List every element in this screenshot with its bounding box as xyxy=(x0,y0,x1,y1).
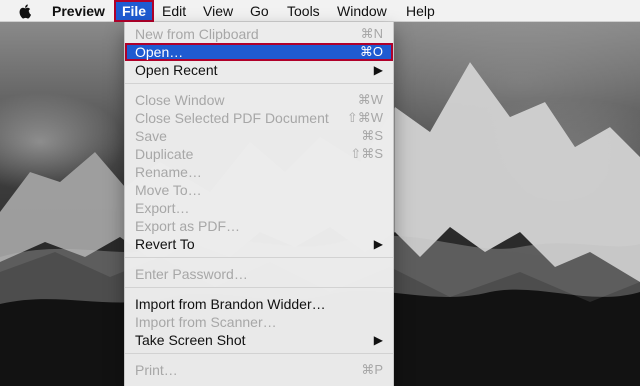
menu-item-label: Duplicate xyxy=(135,146,194,162)
menu-preview[interactable]: Preview xyxy=(52,0,105,22)
submenu-arrow-icon: ▶ xyxy=(373,333,383,347)
menu-item-label: Import from Scanner… xyxy=(135,314,277,330)
menu-item-label: Print… xyxy=(135,362,178,378)
menu-view[interactable]: View xyxy=(203,0,233,22)
file-menu-item[interactable]: Take Screen Shot ▶ xyxy=(125,331,393,349)
file-menu-item[interactable]: Export as PDF… xyxy=(125,217,393,235)
menu-item-label: Export as PDF… xyxy=(135,218,241,234)
menu-item-label: Save xyxy=(135,128,167,144)
file-menu-item[interactable]: Close Window ⌘W xyxy=(125,91,393,109)
file-menu-item[interactable]: Rename… xyxy=(125,163,393,181)
file-menu-item[interactable]: Open… ⌘O xyxy=(125,43,393,61)
file-menu-item[interactable]: Export… xyxy=(125,199,393,217)
menu-window[interactable]: Window xyxy=(337,0,387,22)
file-menu-item[interactable]: Print… ⌘P xyxy=(125,361,393,379)
menu-item-shortcut: ⌘P xyxy=(361,362,383,377)
menu-item-label: Open Recent xyxy=(135,62,218,78)
menu-file[interactable]: File xyxy=(114,0,154,22)
menu-separator xyxy=(125,83,393,84)
file-menu-item[interactable]: Import from Scanner… xyxy=(125,313,393,331)
file-menu-item[interactable]: Move To… xyxy=(125,181,393,199)
menu-item-label: Rename… xyxy=(135,164,202,180)
menu-item-shortcut: ⇧⌘W xyxy=(346,110,383,125)
menu-item-shortcut: ⇧⌘S xyxy=(350,146,383,161)
menu-item-label: Import from Brandon Widder… xyxy=(135,296,326,312)
menu-item-shortcut: ⌘W xyxy=(357,92,383,107)
menu-item-label: New from Clipboard xyxy=(135,26,259,42)
file-menu-item[interactable]: New from Clipboard ⌘N xyxy=(125,25,393,43)
menu-item-label: Close Window xyxy=(135,92,225,108)
menu-edit[interactable]: Edit xyxy=(162,0,186,22)
menu-bar: Preview File Edit View Go Tools Window H… xyxy=(0,0,640,22)
file-menu-item[interactable]: Import from Brandon Widder… xyxy=(125,295,393,313)
menu-item-label: Enter Password… xyxy=(135,266,248,282)
menu-go[interactable]: Go xyxy=(250,0,269,22)
file-menu-item[interactable]: Revert To ▶ xyxy=(125,235,393,253)
menu-item-label: Move To… xyxy=(135,182,202,198)
apple-icon[interactable] xyxy=(18,3,33,19)
menu-separator xyxy=(125,353,393,354)
menu-item-label: Export… xyxy=(135,200,190,216)
menu-item-label: Close Selected PDF Document xyxy=(135,110,329,126)
menu-separator xyxy=(125,257,393,258)
menu-item-shortcut: ⌘N xyxy=(360,26,383,41)
file-menu-item[interactable]: Duplicate ⇧⌘S xyxy=(125,145,393,163)
menu-tools[interactable]: Tools xyxy=(287,0,320,22)
menu-item-label: Revert To xyxy=(135,236,195,252)
menu-item-shortcut: ⌘S xyxy=(361,128,383,143)
file-menu-item[interactable]: Close Selected PDF Document ⇧⌘W xyxy=(125,109,393,127)
menu-item-shortcut: ⌘O xyxy=(359,44,383,59)
file-menu-dropdown: New from Clipboard ⌘N Open… ⌘O Open Rece… xyxy=(124,22,394,386)
submenu-arrow-icon: ▶ xyxy=(373,63,383,77)
menu-item-label: Open… xyxy=(135,44,184,60)
menu-help[interactable]: Help xyxy=(406,0,435,22)
file-menu-item[interactable]: Open Recent ▶ xyxy=(125,61,393,79)
menu-item-label: Take Screen Shot xyxy=(135,332,246,348)
file-menu-item[interactable]: Save ⌘S xyxy=(125,127,393,145)
submenu-arrow-icon: ▶ xyxy=(373,237,383,251)
menu-separator xyxy=(125,287,393,288)
file-menu-item[interactable]: Enter Password… xyxy=(125,265,393,283)
